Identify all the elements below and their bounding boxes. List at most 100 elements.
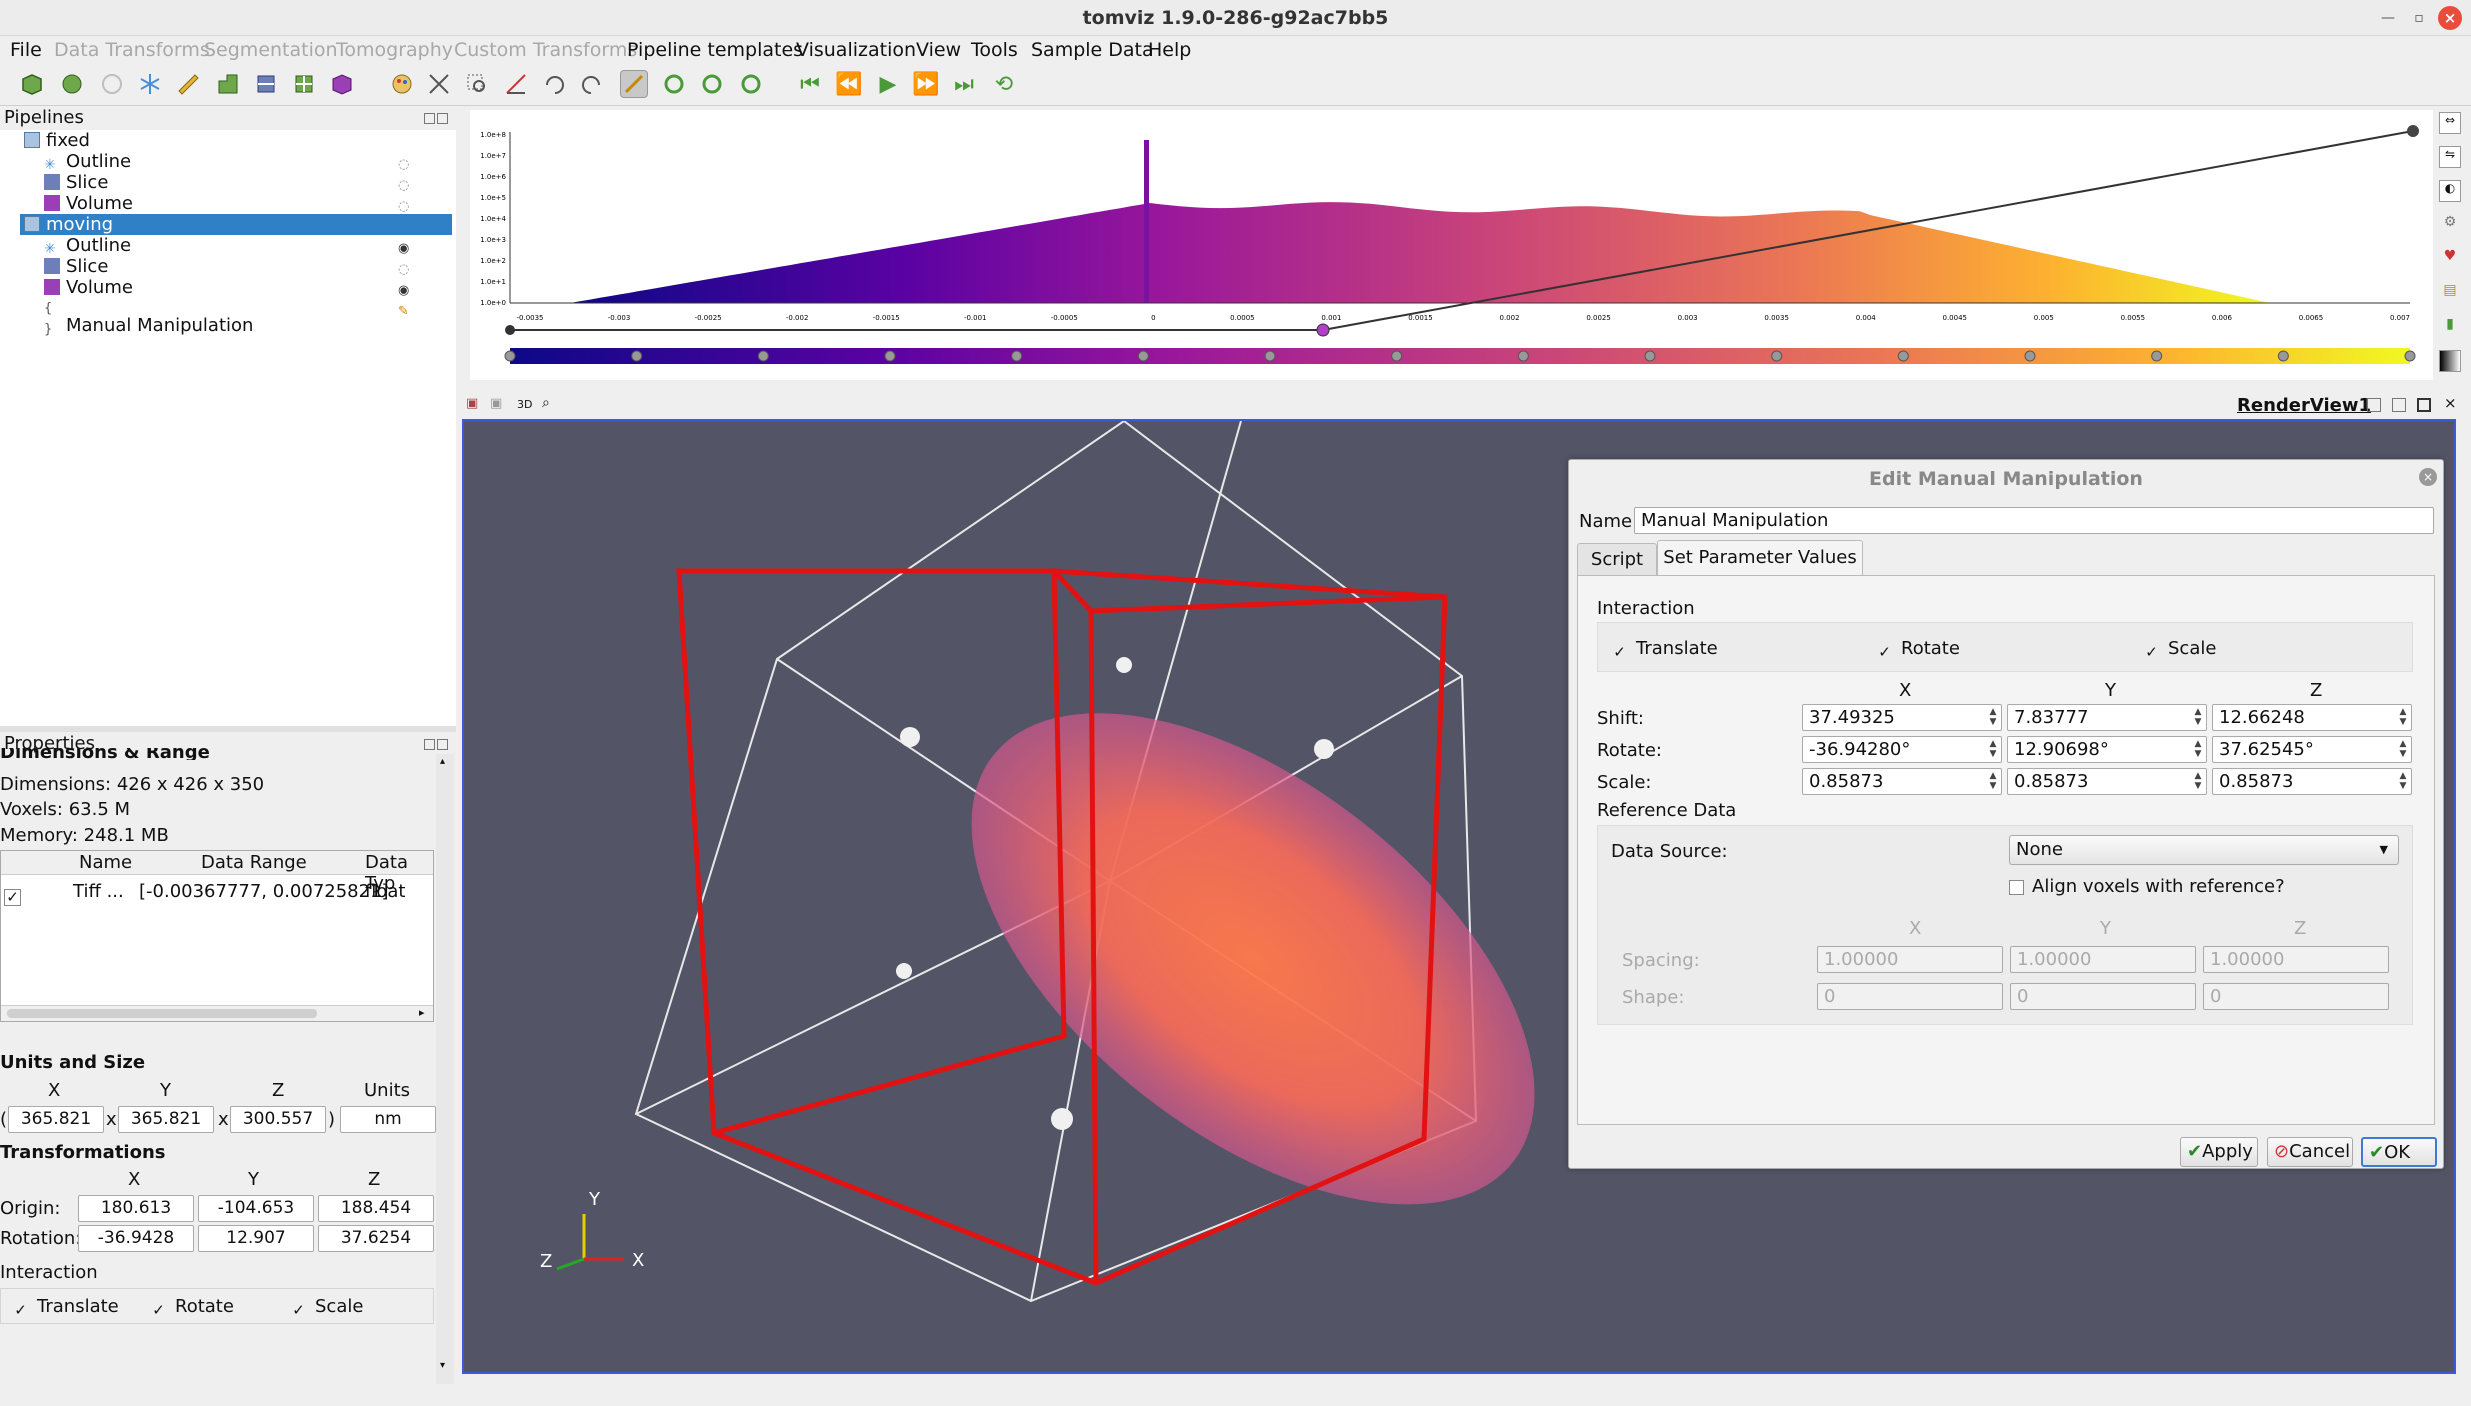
column-header-name[interactable]: Name [79,852,132,873]
rotate-x-spinbox[interactable]: -36.94280° ▲ ▼ [1802,736,2002,763]
visibility-off-icon[interactable]: ◌ [398,196,414,214]
invert-icon[interactable]: ◐ [2439,180,2461,202]
reset-icon[interactable] [98,70,126,98]
color-map-control-point[interactable] [1897,350,1909,362]
color-map-control-point[interactable] [2024,350,2036,362]
pipeline-item-slice[interactable]: Slice ◌ [44,172,456,193]
rescale-range-icon[interactable]: ⇔ [2439,112,2461,134]
tab-set-parameter-values[interactable]: Set Parameter Values [1657,540,1863,576]
shift-y-spinbox[interactable]: 7.83777 ▲ ▼ [2007,704,2207,731]
cancel-button[interactable]: ⊘Cancel [2267,1137,2353,1167]
shift-z-spinbox[interactable]: 12.66248 ▲ ▼ [2212,704,2412,731]
color-map-control-point[interactable] [504,350,516,362]
manipulation-handle[interactable] [896,963,912,979]
spin-arrows-icon[interactable]: ▲ ▼ [2397,771,2409,792]
spin-arrows-icon[interactable]: ▲ ▼ [2397,739,2409,760]
camera-icon[interactable]: ▣ [466,396,478,411]
menu-view[interactable]: View [916,39,961,61]
custom-range-icon[interactable]: ⇋ [2439,146,2461,168]
visibility-off-icon[interactable]: ◌ [398,154,414,172]
spin-arrows-icon[interactable]: ▲ ▼ [2192,707,2204,728]
scroll-down-icon[interactable]: ▾ [440,1360,445,1371]
ok-button[interactable]: ✔OK [2361,1137,2437,1167]
save-preset-icon[interactable]: ▤ [2439,282,2461,304]
color-map-control-point[interactable] [1391,350,1403,362]
sample-data-icon[interactable] [58,70,86,98]
rotate-checkbox[interactable]: ✓ Rotate [1876,638,1960,662]
color-map-control-point[interactable] [2277,350,2289,362]
toggle-3d-button[interactable]: 3D [517,398,532,411]
color-presets-icon[interactable]: ♥ [2439,248,2461,270]
histogram-panel[interactable]: -0.0035 -0.003 -0.0025 -0.002 -0.0015 -0.001 -… [470,110,2433,380]
rotate-z-spinbox[interactable]: 37.62545° ▲ ▼ [2212,736,2412,763]
size-x-field[interactable]: 365.821 [8,1106,104,1133]
undock-icon[interactable] [424,113,435,124]
menu-custom-transforms[interactable]: Custom Transforms [454,39,637,61]
visibility-on-icon[interactable]: ◉ [398,238,414,256]
volume-icon[interactable] [328,70,356,98]
spacing-y-spinbox[interactable]: 1.00000 [2010,946,2196,973]
rotation-y-field[interactable]: 12.907 [198,1225,314,1252]
scroll-up-icon[interactable]: ▴ [440,756,445,767]
reset-camera-icon[interactable] [425,70,453,98]
split-vertical-icon[interactable] [2392,398,2406,412]
split-horizontal-icon[interactable] [2367,398,2381,412]
pipeline-item-outline[interactable]: ✳ Outline ◉ [44,235,456,257]
open-data-icon[interactable] [18,70,46,98]
color-map-control-point[interactable] [1011,350,1023,362]
shape-z-spinbox[interactable]: 0 [2203,983,2389,1010]
menu-file[interactable]: File [10,39,42,61]
translate-checkbox[interactable]: ✓ Translate [1611,638,1718,662]
color-map-control-point[interactable] [1264,350,1276,362]
tab-script[interactable]: Script [1577,543,1657,575]
interact-mode-icon[interactable] [620,70,648,98]
apply-button[interactable]: ✔Apply [2180,1137,2258,1167]
scale-z-spinbox[interactable]: 0.85873 ▲ ▼ [2212,768,2412,795]
scrollbar-thumb[interactable] [7,1009,317,1018]
play-icon[interactable]: ▶ [874,70,902,98]
pipeline-item-outline[interactable]: ✳ Outline ◌ [44,151,456,173]
rotation-z-field[interactable]: 37.6254 [318,1225,434,1252]
pipeline-item-slice[interactable]: Slice ◌ [44,256,456,277]
minimize-button[interactable]: — [2376,6,2400,30]
scale-x-spinbox[interactable]: 0.85873 ▲ ▼ [1802,768,2002,795]
scale-checkbox[interactable]: ✓ Scale [290,1296,363,1320]
spin-arrows-icon[interactable]: ▲ ▼ [1987,707,1999,728]
menu-help[interactable]: Help [1148,39,1191,61]
spin-arrows-icon[interactable]: ▲ ▼ [2397,707,2409,728]
color-map-control-point[interactable] [2404,350,2416,362]
menu-tools[interactable]: Tools [971,39,1018,61]
shape-x-spinbox[interactable]: 0 [1817,983,2003,1010]
rotation-x-field[interactable]: -36.9428 [78,1225,194,1252]
rotate-checkbox[interactable]: ✓ Rotate [150,1296,234,1320]
edit-pencil-icon[interactable]: ✎ [398,301,414,319]
opacity-control-point[interactable] [1316,323,1330,337]
column-header-data-range[interactable]: Data Range [201,852,307,873]
data-source-dropdown[interactable]: None ▼ [2009,835,2399,865]
pipeline-item-manual-manipulation[interactable]: { } Manual Manipulation ✎ [44,298,456,337]
spin-arrows-icon[interactable]: ▲ ▼ [1987,771,1999,792]
row-checkbox[interactable]: ✓ [4,889,21,906]
next-frame-icon[interactable]: ⏩ [912,70,940,98]
origin-x-field[interactable]: 180.613 [78,1195,194,1222]
pipeline-item-fixed[interactable]: fixed [24,130,456,151]
horizontal-scrollbar[interactable]: ▸ [1,1005,433,1021]
close-view-icon[interactable]: × [2444,394,2457,412]
color-map-control-point[interactable] [1644,350,1656,362]
last-frame-icon[interactable]: ⏭ [950,70,978,98]
maximize-button[interactable]: ▫ [2407,6,2431,30]
color-palette-icon[interactable] [388,70,416,98]
visibility-on-icon[interactable]: ◉ [398,280,414,298]
manipulation-handle[interactable] [1116,657,1132,673]
menu-sample-data[interactable]: Sample Data [1031,39,1154,61]
shift-x-spinbox[interactable]: 37.49325 ▲ ▼ [1802,704,2002,731]
contour-icon[interactable] [214,70,242,98]
spacing-z-spinbox[interactable]: 1.00000 [2203,946,2389,973]
rotate-plus-90-icon[interactable] [540,70,568,98]
histogram-chart[interactable]: -0.0035 -0.003 -0.0025 -0.002 -0.0015 -0.001 -… [470,110,2433,380]
spin-arrows-icon[interactable]: ▲ ▼ [1987,739,1999,760]
render-view-title[interactable]: RenderView1 [2237,395,2371,416]
visibility-off-icon[interactable]: ◌ [398,259,414,277]
rotate-y-spinbox[interactable]: 12.90698° ▲ ▼ [2007,736,2207,763]
loop-icon[interactable]: ⟲ [990,70,1018,98]
